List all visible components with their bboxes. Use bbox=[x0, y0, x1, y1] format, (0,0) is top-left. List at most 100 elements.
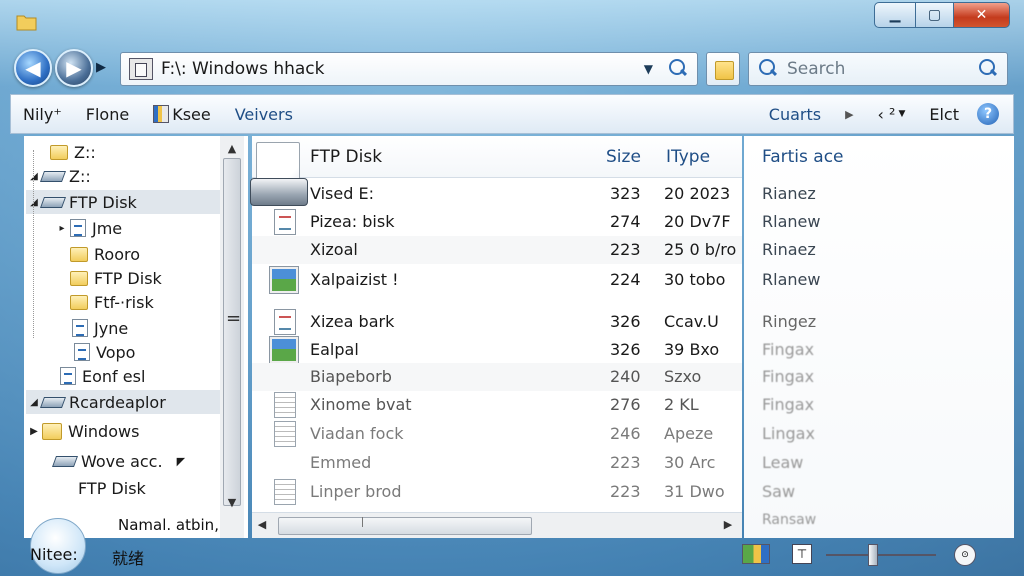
tree-item-label: Vopo bbox=[96, 342, 136, 362]
file-size: 274 bbox=[610, 212, 641, 231]
file-type: 2 KL bbox=[664, 395, 699, 414]
toolbar-label: Flone bbox=[85, 104, 130, 124]
tree-item[interactable]: Z:: bbox=[50, 140, 246, 164]
view-details-icon[interactable]: ⊤ bbox=[792, 544, 812, 564]
scrollbar-thumb[interactable] bbox=[223, 158, 241, 506]
tree-item[interactable]: ◢ Rcardeaplor bbox=[26, 390, 220, 414]
toolbar-more-button[interactable]: ▶ bbox=[833, 108, 865, 121]
table-row[interactable]: Xalpaizist ! 224 30 tobo bbox=[252, 266, 742, 294]
minimize-button[interactable]: ▁ bbox=[874, 2, 916, 28]
file-size: 223 bbox=[610, 453, 641, 472]
folder-icon bbox=[70, 294, 88, 310]
detail-value: Ransaw bbox=[762, 512, 817, 528]
table-row[interactable]: Xinome bvat 276 2 KL bbox=[252, 391, 742, 419]
tree-item[interactable]: ◢ Z:: bbox=[26, 164, 222, 188]
search-go-icon[interactable] bbox=[977, 58, 999, 80]
file-list: FTP Disk Size IType Vised E: 323 20 2023… bbox=[250, 136, 742, 538]
document-icon bbox=[60, 367, 76, 385]
pin-icon: ◤ bbox=[176, 454, 186, 468]
toolbar-item-elct[interactable]: Elct bbox=[917, 105, 971, 124]
table-row[interactable]: Pizea: bisk 274 20 Dv7F bbox=[252, 208, 742, 236]
toolbar-item-ksee[interactable]: Ksee bbox=[141, 105, 223, 124]
scrollbar-thumb[interactable] bbox=[278, 517, 532, 535]
horizontal-scrollbar[interactable]: ◀ ▶ bbox=[252, 512, 742, 538]
close-icon: ✕ bbox=[975, 7, 988, 23]
address-search-icon[interactable] bbox=[667, 58, 689, 80]
file-type: Ccav.U bbox=[664, 312, 719, 331]
file-size: 323 bbox=[610, 184, 641, 203]
view-thumbnails-icon[interactable] bbox=[742, 544, 770, 564]
file-name: Ealpal bbox=[310, 340, 359, 359]
folder-icon bbox=[50, 144, 68, 160]
tree-item-label: Windows bbox=[68, 421, 140, 441]
help-button[interactable]: ? bbox=[977, 103, 999, 125]
scroll-down-button[interactable]: ▼ bbox=[220, 496, 244, 509]
table-row[interactable]: Ealpal 326 39 Bxo bbox=[252, 336, 742, 364]
file-size: 224 bbox=[610, 270, 641, 289]
search-input[interactable]: Search bbox=[787, 59, 977, 79]
maximize-button[interactable]: ▢ bbox=[916, 2, 954, 28]
column-header: FTP Disk Size IType bbox=[250, 136, 742, 206]
title-bar: ▁ ▢ ✕ bbox=[0, 0, 1024, 44]
zoom-icon[interactable]: ⊙ bbox=[954, 544, 976, 566]
toolbar-item-cuarts[interactable]: Cuarts bbox=[757, 105, 833, 124]
file-type: Szxo bbox=[664, 367, 702, 386]
column-name[interactable]: FTP Disk bbox=[310, 147, 382, 167]
document-icon bbox=[274, 209, 296, 235]
file-name: Linper brod bbox=[310, 482, 402, 501]
close-button[interactable]: ✕ bbox=[954, 2, 1010, 28]
table-row[interactable]: Xizea bark 326 Ccav.U bbox=[252, 308, 742, 336]
toolbar-item-veivers[interactable]: Veivers bbox=[223, 105, 305, 124]
toolbar-item-flone[interactable]: Flone bbox=[74, 105, 141, 124]
drive-icon bbox=[39, 170, 67, 182]
document-icon bbox=[274, 309, 296, 335]
folder-button[interactable] bbox=[706, 52, 740, 86]
back-arrow-icon: ◀ bbox=[25, 56, 41, 80]
table-row[interactable]: Xizoal 223 25 0 b/ro bbox=[252, 236, 742, 264]
navigation-pane: Z:: ◢ Z:: ◢ FTP Disk ▸ Jme Rooro FTP Disk F… bbox=[24, 136, 248, 538]
chevron-up-icon: ▲ bbox=[227, 142, 237, 155]
back-button[interactable]: ◀ bbox=[14, 49, 52, 87]
detail-value: Ringez bbox=[762, 312, 817, 331]
zoom-slider-thumb[interactable] bbox=[868, 544, 878, 566]
minimize-icon: ▁ bbox=[889, 7, 901, 23]
toolbar-item-nily[interactable]: Nily⁺ bbox=[11, 105, 74, 124]
chevron-down-icon: ▼ bbox=[643, 62, 653, 76]
table-row[interactable]: Vised E: 323 20 2023 bbox=[252, 180, 742, 208]
scroll-up-button[interactable]: ▲ bbox=[220, 142, 244, 155]
table-row[interactable]: Viadan fock 246 Apeze bbox=[252, 420, 742, 448]
recent-pages-dropdown[interactable]: ▶ bbox=[96, 60, 106, 75]
navigation-scrollbar[interactable]: ▲ ▼ bbox=[220, 136, 244, 538]
tree-item[interactable]: ▸ Jme bbox=[54, 216, 248, 240]
address-bar[interactable]: F:\: Windows hhack ▼ bbox=[120, 52, 698, 86]
scroll-left-button[interactable]: ◀ bbox=[252, 518, 272, 531]
file-name: Viadan fock bbox=[310, 424, 404, 443]
tree-item[interactable]: Wove acc. ◤ bbox=[51, 449, 248, 473]
tree-item-selected[interactable]: ◢ FTP Disk bbox=[26, 190, 220, 214]
details-column: Fartis ace Rianez Rlanew Rinaez Rlanew R… bbox=[744, 136, 1014, 538]
tree-item-label: Jyne bbox=[94, 318, 129, 338]
toolbar-label: Cuarts bbox=[768, 104, 822, 124]
toolbar-label: Veivers bbox=[234, 104, 293, 124]
forward-button[interactable]: ▶ bbox=[55, 49, 93, 87]
scroll-right-button[interactable]: ▶ bbox=[718, 518, 738, 531]
address-dropdown[interactable]: ▼ bbox=[644, 62, 653, 76]
column-type[interactable]: IType bbox=[666, 147, 710, 167]
search-box[interactable]: Search bbox=[748, 52, 1008, 86]
table-row[interactable]: Emmed 223 30 Arc bbox=[252, 449, 742, 477]
zoom-slider-track[interactable] bbox=[826, 554, 936, 556]
file-name: Xizea bark bbox=[310, 312, 395, 331]
column-size[interactable]: Size bbox=[606, 147, 641, 167]
address-path[interactable]: F:\: Windows hhack bbox=[161, 59, 644, 79]
chevron-down-icon: ▼ bbox=[898, 109, 906, 119]
pane-splitter[interactable]: = bbox=[226, 308, 241, 329]
view-options-button[interactable]: ‹ ² ▼ bbox=[866, 105, 918, 124]
toolbar-label: Nily⁺ bbox=[23, 104, 62, 124]
detail-value: Leaw bbox=[762, 453, 804, 472]
table-row[interactable]: Biapeborb 240 Szxo bbox=[252, 363, 742, 391]
tree-item[interactable]: ▶ Windows bbox=[26, 419, 222, 443]
file-name: Biapeborb bbox=[310, 367, 392, 386]
table-row[interactable]: Linper brod 223 31 Dwo bbox=[252, 478, 742, 506]
column-extra[interactable]: Fartis ace bbox=[762, 147, 844, 167]
status-text: Namal. atbin, bbox=[118, 516, 219, 534]
